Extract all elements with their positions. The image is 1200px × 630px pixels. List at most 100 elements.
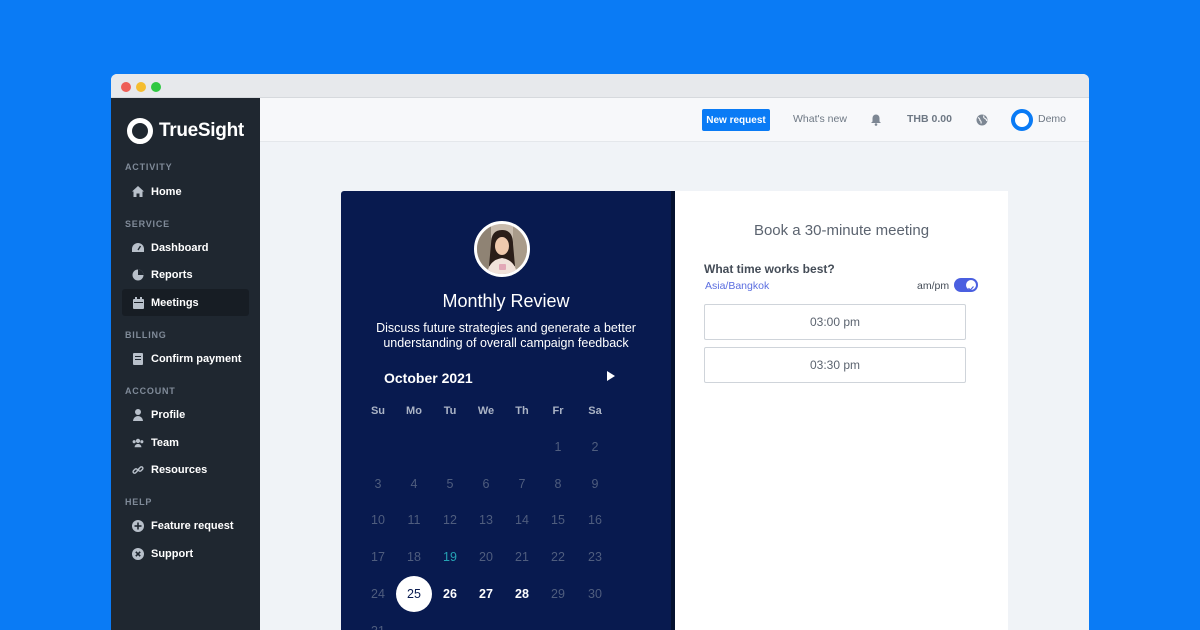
weekday-label: Tu bbox=[443, 405, 457, 417]
time-format-toggle[interactable] bbox=[954, 278, 978, 292]
sidebar-item-home[interactable]: Home bbox=[122, 178, 249, 205]
sidebar-item-profile[interactable]: Profile bbox=[122, 401, 249, 428]
toggle-knob bbox=[966, 280, 976, 291]
calendar-day: 22 bbox=[551, 550, 565, 564]
calendar-day: 29 bbox=[551, 587, 565, 601]
weekday-label: We bbox=[477, 405, 495, 417]
calendar-day[interactable]: 27 bbox=[468, 576, 504, 612]
minimize-window-button[interactable] bbox=[136, 82, 146, 92]
sidebar-item-confirm-payment[interactable]: Confirm payment bbox=[122, 345, 249, 372]
sidebar-item-label: Resources bbox=[151, 463, 208, 476]
logo-icon bbox=[127, 118, 153, 144]
calendar-day: 18 bbox=[407, 550, 421, 564]
weekday-label: Mo bbox=[406, 405, 422, 417]
calendar-day: 16 bbox=[588, 513, 602, 527]
host-avatar bbox=[474, 221, 530, 277]
plus-circle-icon bbox=[132, 519, 144, 532]
sidebar-item-reports[interactable]: Reports bbox=[122, 261, 249, 288]
sidebar-item-dashboard[interactable]: Dashboard bbox=[122, 234, 249, 261]
meeting-title: Monthly Review bbox=[442, 291, 570, 311]
time-format-label: am/pm bbox=[917, 280, 950, 292]
sidebar-item-label: Dashboard bbox=[151, 241, 209, 254]
calendar-day: 10 bbox=[371, 513, 385, 527]
calendar-day: 15 bbox=[551, 513, 565, 527]
sidebar-item-label: Feature request bbox=[151, 519, 234, 532]
calendar-day: 8 bbox=[554, 477, 562, 491]
calendar-day: 11 bbox=[407, 513, 421, 527]
receipt-icon bbox=[132, 352, 144, 365]
whats-new-link[interactable]: What's new bbox=[793, 113, 847, 125]
new-request-button[interactable]: New request bbox=[702, 109, 770, 131]
sidebar-section-account: ACCOUNT bbox=[125, 386, 176, 396]
sidebar-item-meetings[interactable]: Meetings bbox=[122, 289, 249, 316]
sidebar: TrueSight ACTIVITY Home SERVICE Dashboar… bbox=[111, 98, 260, 630]
home-icon bbox=[132, 186, 144, 198]
sidebar-item-team[interactable]: Team bbox=[122, 429, 249, 456]
time-slot-button[interactable]: 03:30 pm bbox=[704, 347, 966, 383]
calendar-day: 23 bbox=[588, 550, 602, 564]
user-icon bbox=[132, 408, 144, 421]
link-icon bbox=[132, 464, 144, 476]
sidebar-item-label: Reports bbox=[151, 268, 193, 281]
close-window-button[interactable] bbox=[121, 82, 131, 92]
booking-panel: Book a 30-minute meeting What time works… bbox=[675, 191, 1008, 630]
next-month-icon[interactable] bbox=[607, 371, 615, 381]
calendar-day[interactable]: 26 bbox=[432, 576, 468, 612]
sidebar-item-label: Confirm payment bbox=[151, 352, 242, 365]
app-window: TrueSight ACTIVITY Home SERVICE Dashboar… bbox=[111, 74, 1089, 630]
calendar-day: 31 bbox=[360, 613, 396, 630]
time-slot-button[interactable]: 03:00 pm bbox=[704, 304, 966, 340]
pie-chart-icon bbox=[132, 269, 144, 281]
calendar-day: 14 bbox=[515, 513, 529, 527]
calendar-day: 13 bbox=[479, 513, 493, 527]
meeting-description: Discuss future strategies and generate a… bbox=[376, 321, 636, 350]
sidebar-item-label: Profile bbox=[151, 408, 186, 421]
sidebar-item-support[interactable]: Support bbox=[122, 540, 249, 567]
calendar-day: 5 bbox=[446, 477, 454, 491]
x-circle-icon bbox=[132, 547, 144, 560]
avatar-icon[interactable] bbox=[1011, 109, 1033, 131]
calendar-day: 2 bbox=[591, 440, 599, 454]
sidebar-item-label: Support bbox=[151, 547, 194, 560]
weekday-label: Su bbox=[370, 405, 386, 417]
window-titlebar bbox=[111, 74, 1089, 98]
timezone-selector[interactable]: Asia/Bangkok bbox=[705, 280, 769, 292]
calendar-day: 30 bbox=[588, 587, 602, 601]
calendar-day[interactable]: 28 bbox=[504, 576, 540, 612]
calendar-day: 7 bbox=[518, 477, 526, 491]
calendar-day: 20 bbox=[479, 550, 493, 564]
calendar-month-label: October 2021 bbox=[384, 370, 473, 386]
user-name[interactable]: Demo bbox=[1038, 113, 1066, 125]
top-bar: New request What's new THB 0.00 Demo bbox=[260, 98, 1089, 142]
sidebar-item-feature-request[interactable]: Feature request bbox=[122, 512, 249, 539]
calendar-day: 17 bbox=[371, 550, 385, 564]
sidebar-item-resources[interactable]: Resources bbox=[122, 456, 249, 483]
maximize-window-button[interactable] bbox=[151, 82, 161, 92]
users-icon bbox=[132, 437, 144, 449]
calendar-day: 1 bbox=[554, 440, 562, 454]
calendar-day: 4 bbox=[410, 477, 418, 491]
weekday-label: Fr bbox=[552, 405, 564, 417]
selected-date[interactable]: 25 bbox=[396, 576, 432, 612]
brand-name: TrueSight bbox=[159, 120, 244, 141]
sidebar-section-service: SERVICE bbox=[125, 219, 170, 229]
sidebar-item-label: Home bbox=[151, 185, 182, 198]
calendar-day: 3 bbox=[374, 477, 382, 491]
today-date: 19 bbox=[443, 550, 457, 564]
calendar-day: 6 bbox=[482, 477, 490, 491]
time-question: What time works best? bbox=[704, 262, 835, 276]
sidebar-item-label: Team bbox=[151, 436, 179, 449]
calendar-icon bbox=[132, 296, 144, 309]
weekday-label: Th bbox=[515, 405, 529, 417]
sidebar-section-activity: ACTIVITY bbox=[125, 162, 173, 172]
weekday-label: Sa bbox=[588, 405, 602, 417]
sidebar-section-help: HELP bbox=[125, 497, 153, 507]
bell-icon[interactable] bbox=[870, 113, 882, 126]
calendar-day: 9 bbox=[591, 477, 599, 491]
calendar-day: 21 bbox=[515, 550, 529, 564]
globe-icon[interactable] bbox=[976, 113, 988, 126]
gauge-icon bbox=[132, 242, 144, 254]
balance-display[interactable]: THB 0.00 bbox=[907, 113, 952, 125]
brand-logo[interactable]: TrueSight bbox=[127, 116, 244, 146]
calendar-day: 12 bbox=[443, 513, 457, 527]
